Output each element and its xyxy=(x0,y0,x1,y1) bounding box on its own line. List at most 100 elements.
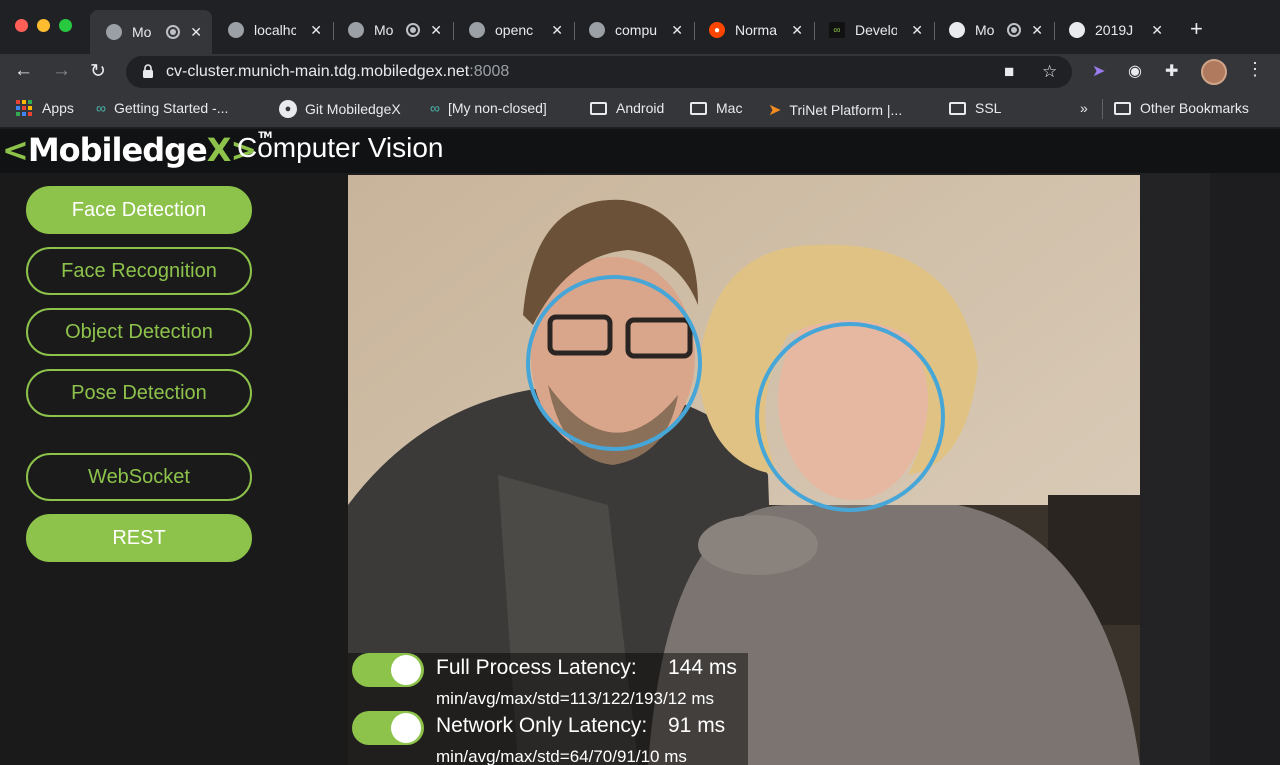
rest-button[interactable]: REST xyxy=(26,514,252,562)
face-recognition-button[interactable]: Face Recognition xyxy=(26,247,252,295)
extensions-puzzle-icon[interactable]: ✚ xyxy=(1165,61,1178,81)
logo-chevron-left: < xyxy=(2,131,29,169)
close-tab-icon[interactable]: ✕ xyxy=(1151,22,1163,39)
camera-view: Full Process Latency: 144 ms min/avg/max… xyxy=(348,175,1140,765)
close-tab-icon[interactable]: ✕ xyxy=(430,22,442,39)
globe-icon xyxy=(106,24,122,40)
close-tab-icon[interactable]: ✕ xyxy=(1031,22,1043,39)
trinet-icon: ➤ xyxy=(768,102,782,119)
full-process-latency-toggle[interactable] xyxy=(352,653,424,687)
bookmark-trinet[interactable]: ➤ TriNet Platform |... xyxy=(768,100,902,120)
tab-1[interactable]: Mo ✕ xyxy=(90,10,212,54)
close-tab-icon[interactable]: ✕ xyxy=(911,22,923,39)
bookmark-label: SSL xyxy=(975,100,1002,116)
github-icon: ● xyxy=(279,100,297,118)
url-port: :8008 xyxy=(469,63,510,80)
bookmark-folder-android[interactable]: Android xyxy=(590,100,664,116)
bookmark-label: Android xyxy=(616,100,665,116)
tab-title: openc xyxy=(495,22,534,38)
forward-icon[interactable]: → xyxy=(52,60,71,82)
network-only-latency-label: Network Only Latency: xyxy=(436,714,648,737)
globe-icon xyxy=(1069,22,1085,38)
close-window-button[interactable] xyxy=(15,19,28,32)
bookmark-other-bookmarks[interactable]: Other Bookmarks xyxy=(1114,100,1249,116)
websocket-button[interactable]: WebSocket xyxy=(26,453,252,501)
close-tab-icon[interactable]: ✕ xyxy=(310,22,322,39)
bookmarks-overflow-button[interactable]: » xyxy=(1080,100,1088,116)
bookmark-label: Git MobiledgeX xyxy=(305,101,401,117)
bookmark-label: [My non-closed] xyxy=(447,100,547,116)
extension-cursor-icon[interactable]: ➤ xyxy=(1092,61,1105,81)
folder-icon xyxy=(949,101,966,115)
sidebar: Face Detection Face Recognition Object D… xyxy=(0,173,348,765)
bookmarks-bar: Apps ∞ Getting Started -... ● Git Mobile… xyxy=(0,91,1280,128)
minimize-window-button[interactable] xyxy=(37,19,50,32)
mobiledgex-icon: ∞ xyxy=(829,22,845,38)
close-tab-icon[interactable]: ✕ xyxy=(791,22,803,39)
tab-9[interactable]: 2019J ✕ xyxy=(1053,10,1173,50)
app-page: <MobiledgeX> TM Computer Vision Face Dete… xyxy=(0,129,1280,765)
extension-circle-icon[interactable]: ◉ xyxy=(1128,61,1142,81)
bookmark-label: Getting Started -... xyxy=(113,100,229,116)
close-tab-icon[interactable]: ✕ xyxy=(671,22,683,39)
tab-title: Mo xyxy=(975,22,995,38)
new-tab-button[interactable]: + xyxy=(1190,16,1203,42)
close-tab-icon[interactable]: ✕ xyxy=(190,24,202,41)
bookmark-folder-mac[interactable]: Mac xyxy=(690,100,742,116)
close-tab-icon[interactable]: ✕ xyxy=(551,22,563,39)
logo-text: Mobiledge xyxy=(27,131,208,169)
menu-icon[interactable]: ⋮ xyxy=(1246,59,1264,80)
toggle-knob xyxy=(391,713,421,743)
tab-7[interactable]: ∞ Develo ✕ xyxy=(813,10,933,50)
tab-strip: Mo ✕ localhc ✕ Mo ✕ openc ✕ compu ✕ ● No… xyxy=(0,0,1280,54)
bookmark-getting-started[interactable]: ∞ Getting Started -... xyxy=(96,100,228,116)
mobiledgex-logo: <MobiledgeX> TM xyxy=(2,131,272,169)
face-detection-button[interactable]: Face Detection xyxy=(26,186,252,234)
globe-icon xyxy=(589,22,605,38)
tab-title: Mo xyxy=(374,22,394,38)
url-host: cv-cluster.munich-main.tdg.mobiledgex.ne… xyxy=(166,63,470,80)
bookmark-apps[interactable]: Apps xyxy=(16,100,74,116)
object-detection-button[interactable]: Object Detection xyxy=(26,308,252,356)
folder-icon xyxy=(590,101,607,115)
toggle-knob xyxy=(391,655,421,685)
tab-8[interactable]: Mo ✕ xyxy=(933,10,1053,50)
app-header: <MobiledgeX> TM Computer Vision xyxy=(0,129,1280,173)
bookmark-git-mobiledgex[interactable]: ● Git MobiledgeX xyxy=(279,100,401,118)
folder-icon xyxy=(1114,101,1131,115)
mobiledgex-icon: ∞ xyxy=(96,100,106,116)
tab-5[interactable]: compu ✕ xyxy=(573,10,693,50)
camera-icon[interactable]: ■ xyxy=(1004,62,1014,82)
globe-icon xyxy=(348,22,364,38)
tab-title: localhc xyxy=(254,22,296,38)
bookmarks-divider xyxy=(1102,99,1103,119)
right-gutter xyxy=(1140,173,1210,765)
apps-grid-icon xyxy=(16,100,32,116)
full-process-latency-label: Full Process Latency: xyxy=(436,656,637,679)
network-only-latency-toggle[interactable] xyxy=(352,711,424,745)
recording-icon xyxy=(166,25,180,39)
reload-icon[interactable]: ↻ xyxy=(90,60,106,83)
zoom-window-button[interactable] xyxy=(59,19,72,32)
star-icon[interactable]: ☆ xyxy=(1042,62,1057,82)
tab-2[interactable]: localhc ✕ xyxy=(212,10,332,50)
full-process-latency-value: 144 ms xyxy=(668,656,737,679)
bookmark-label: Apps xyxy=(42,100,74,116)
address-bar[interactable]: cv-cluster.munich-main.tdg.mobiledgex.ne… xyxy=(126,56,1072,88)
tab-4[interactable]: openc ✕ xyxy=(453,10,573,50)
profile-avatar[interactable] xyxy=(1201,59,1227,85)
lock-icon xyxy=(143,64,153,78)
bookmark-folder-ssl[interactable]: SSL xyxy=(949,100,1001,116)
pose-detection-button[interactable]: Pose Detection xyxy=(26,369,252,417)
tab-3[interactable]: Mo ✕ xyxy=(332,10,452,50)
back-icon[interactable]: ← xyxy=(14,60,33,82)
mobiledgex-icon: ∞ xyxy=(430,100,440,116)
url-text: cv-cluster.munich-main.tdg.mobiledgex.ne… xyxy=(166,63,509,81)
reddit-icon: ● xyxy=(709,22,725,38)
globe-icon xyxy=(228,22,244,38)
tab-6[interactable]: ● Norma ✕ xyxy=(693,10,813,50)
logo-x: X xyxy=(206,131,232,169)
page-title: Computer Vision xyxy=(237,132,444,163)
bookmark-label: Mac xyxy=(716,100,743,116)
bookmark-my-non-closed[interactable]: ∞ [My non-closed] xyxy=(430,100,547,116)
